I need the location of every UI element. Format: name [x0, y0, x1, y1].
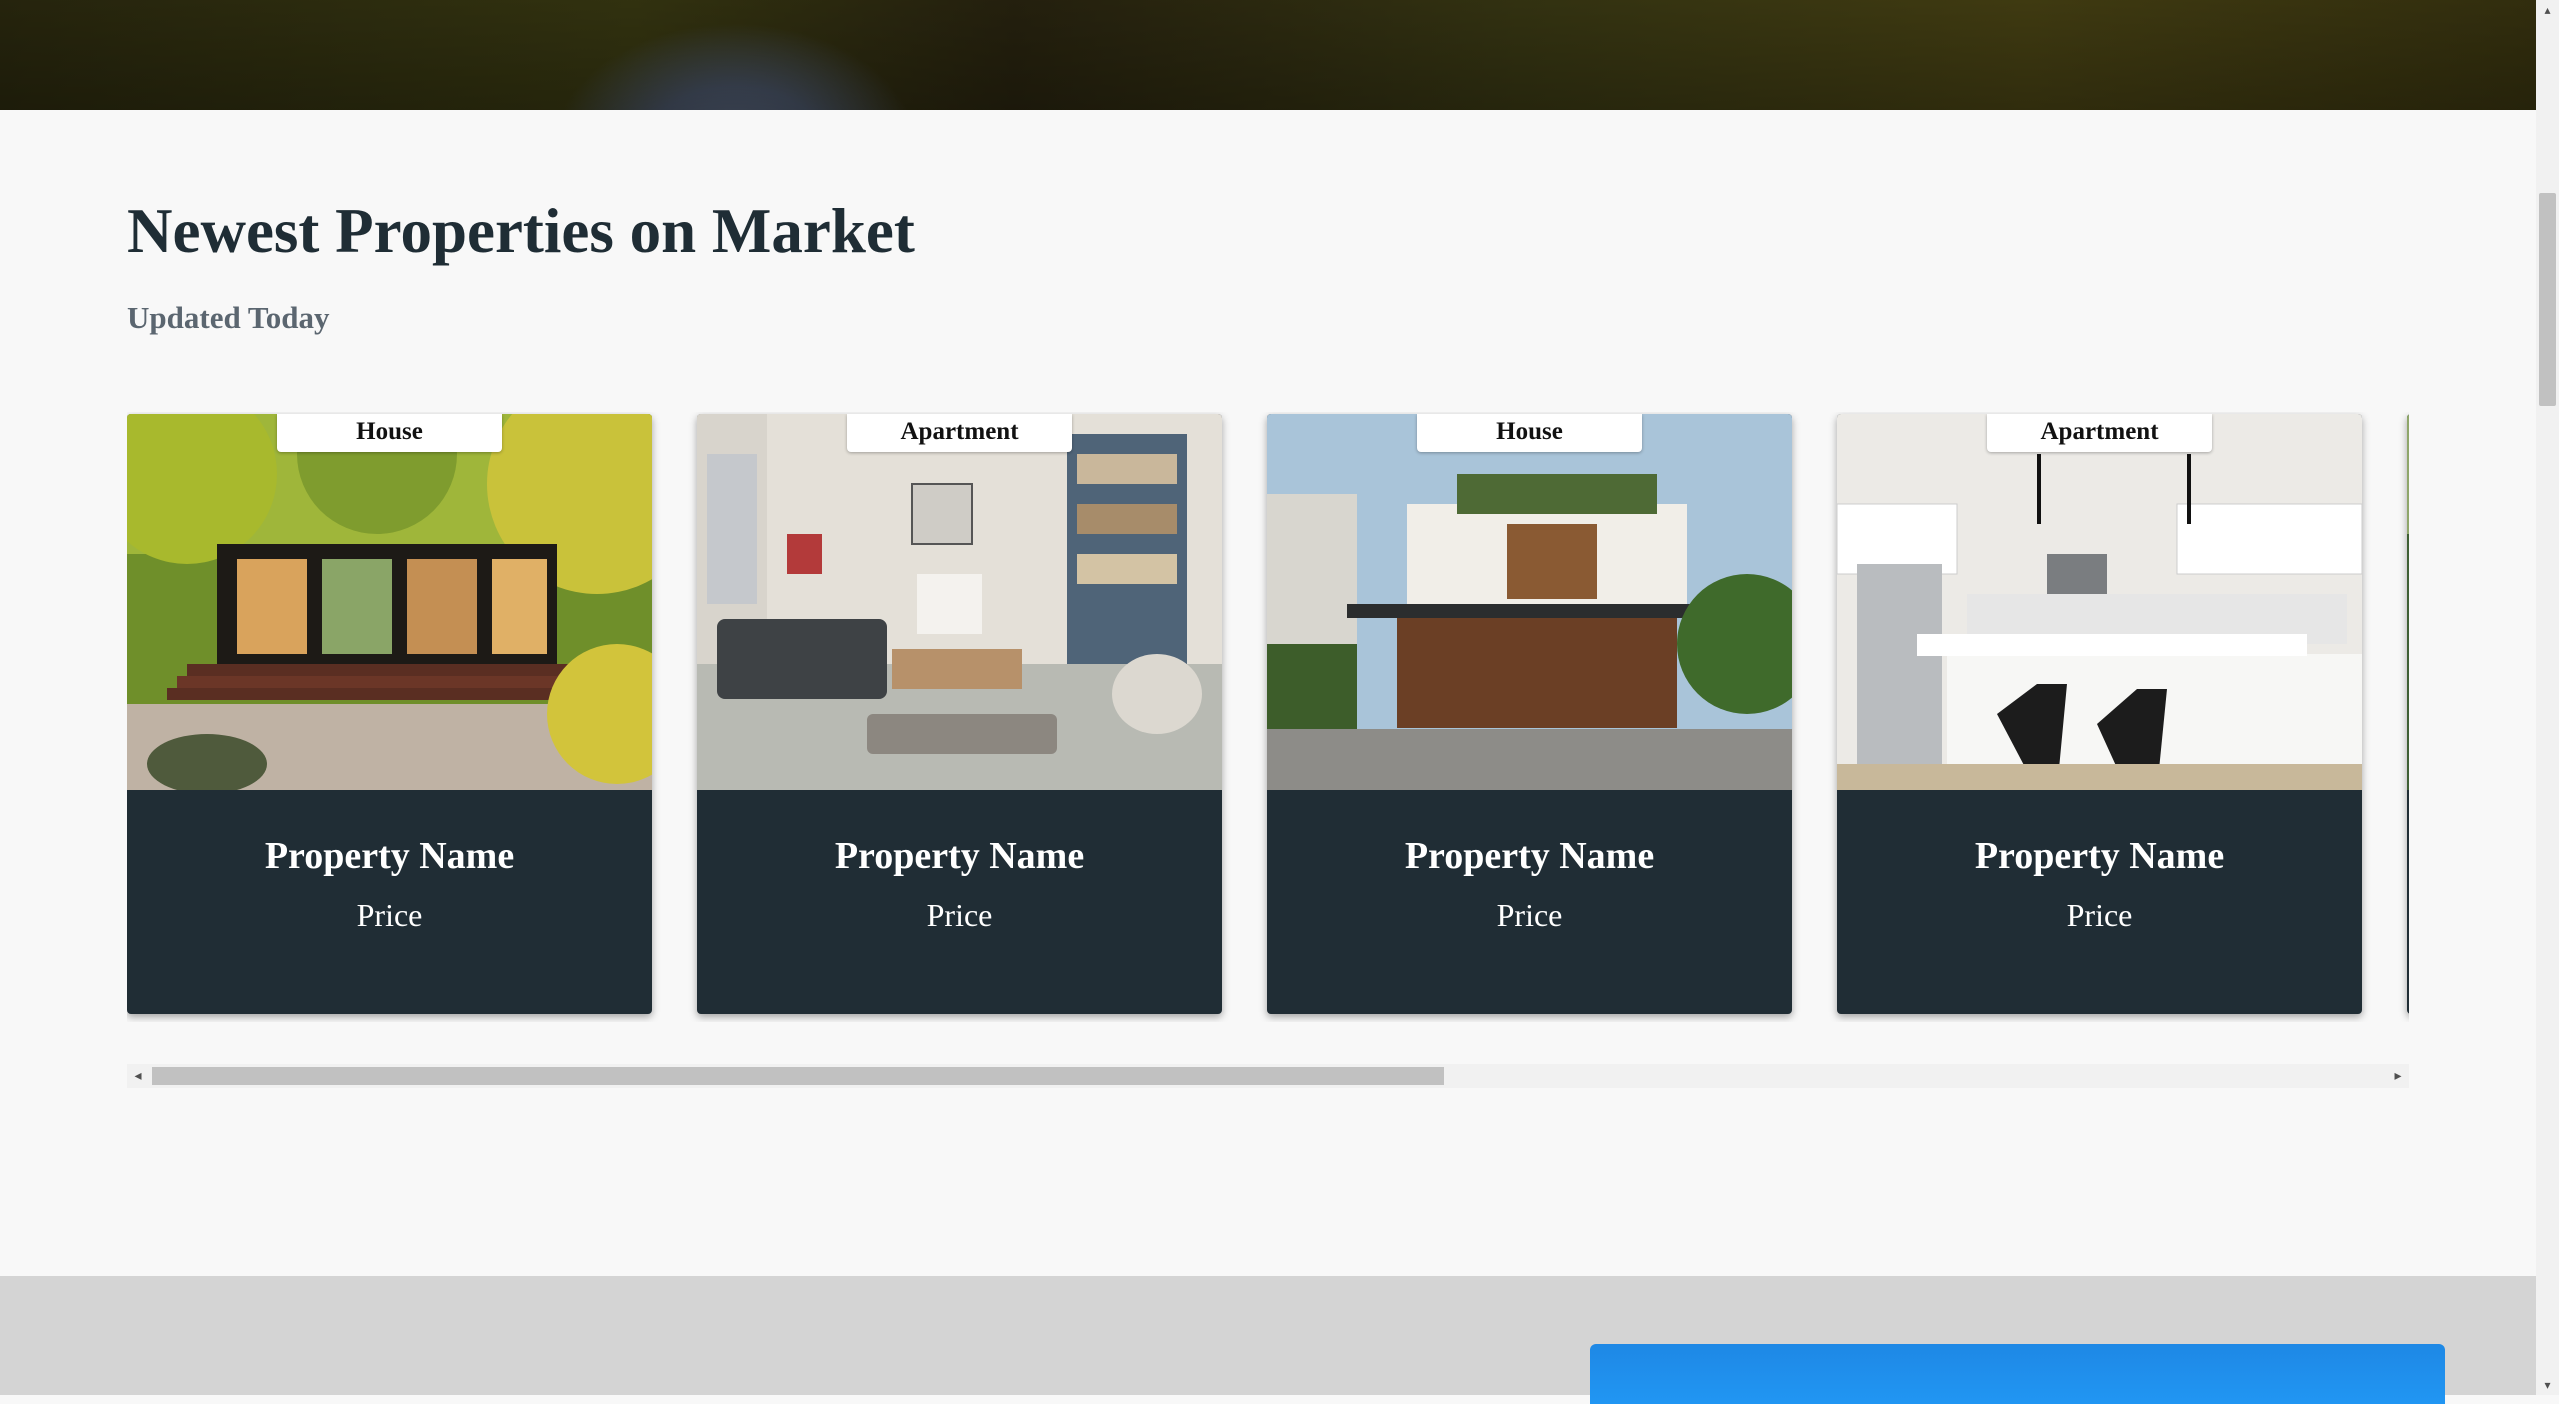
listings-carousel[interactable]: House Property Name Price Apartment Prop…: [127, 412, 2409, 1022]
listing-card[interactable]: House Property Name Price: [1267, 414, 1792, 1014]
listing-card[interactable]: Apartment Property Name Price: [697, 414, 1222, 1014]
listing-card[interactable]: [2407, 414, 2409, 1014]
listing-card[interactable]: House Property Name Price: [127, 414, 652, 1014]
scroll-right-icon[interactable]: ▸: [2387, 1064, 2409, 1088]
listing-card[interactable]: Apartment Property Name Price: [1837, 414, 2362, 1014]
property-type-badge: Apartment: [1987, 414, 2212, 452]
property-price: Price: [926, 897, 993, 933]
listing-photo[interactable]: [697, 414, 1222, 790]
property-name[interactable]: Property Name: [1837, 834, 2362, 878]
vertical-scroll-thumb[interactable]: [2539, 193, 2556, 406]
section-subtitle: Updated Today: [127, 300, 330, 335]
listing-photo[interactable]: [1267, 414, 1792, 790]
scroll-down-icon[interactable]: ▾: [2536, 1375, 2559, 1395]
horizontal-scroll-thumb[interactable]: [152, 1067, 1444, 1085]
listing-photo[interactable]: [2407, 414, 2409, 790]
hero-banner-image: [0, 0, 2536, 110]
property-price: Price: [356, 897, 423, 933]
blue-image-panel: [1590, 1344, 2445, 1404]
property-price: Price: [1496, 897, 1563, 933]
listing-photo[interactable]: [127, 414, 652, 790]
scroll-up-icon[interactable]: ▴: [2536, 0, 2559, 20]
scroll-left-icon[interactable]: ◂: [127, 1064, 149, 1088]
section-title: Newest Properties on Market: [127, 196, 915, 266]
property-name[interactable]: Property Name: [1267, 834, 1792, 878]
page-vertical-scrollbar[interactable]: ▴ ▾: [2536, 0, 2559, 1395]
property-type-badge: House: [1417, 414, 1642, 452]
listing-photo[interactable]: [1837, 414, 2362, 790]
carousel-horizontal-scrollbar[interactable]: ◂ ▸: [127, 1064, 2409, 1088]
property-name[interactable]: Property Name: [697, 834, 1222, 878]
property-name[interactable]: Property Name: [127, 834, 652, 878]
property-type-badge: Apartment: [847, 414, 1072, 452]
property-type-badge: House: [277, 414, 502, 452]
property-price: Price: [2066, 897, 2133, 933]
